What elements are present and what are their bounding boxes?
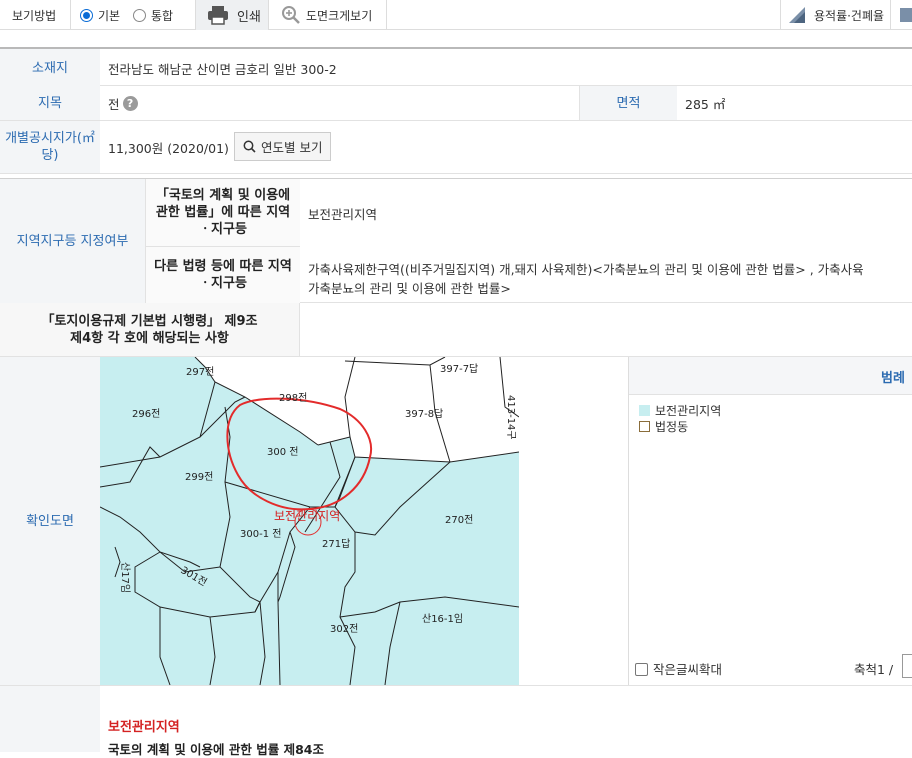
land-category-label: 지목 <box>0 86 100 120</box>
radio-combined-icon[interactable] <box>133 8 146 22</box>
national-law-label: 「국토의 계획 및 이용에 관한 법률」에 따른 지역ㆍ지구등 <box>145 179 300 247</box>
enforcement-value <box>300 303 308 356</box>
land-category-cell: 전 ? <box>100 86 138 120</box>
area-label: 면적 <box>579 86 677 120</box>
divider <box>780 0 781 30</box>
zone-label: 지역지구등 지정여부 <box>0 179 145 303</box>
legend-item: 보전관리지역 <box>639 403 721 419</box>
other-law-line-1: 가축사육제한구역((비주거밀집지역) 개,돼지 사육제한)<가축분뇨의 관리 및… <box>308 262 864 277</box>
divider <box>386 0 387 30</box>
radio-basic-icon[interactable] <box>80 8 93 22</box>
parcel-label: 300-1 전 <box>240 528 281 540</box>
parcel-label: 271답 <box>322 538 350 550</box>
legend-item-label: 보전관리지역 <box>655 404 722 418</box>
parcel-label: 299전 <box>185 471 213 483</box>
legend-item-label: 법정동 <box>655 420 689 434</box>
search-icon <box>243 140 256 153</box>
by-year-button[interactable]: 연도별 보기 <box>234 132 332 161</box>
legend-header: 범례 <box>629 357 912 395</box>
category-row: 지목 전 ? 면적 285 ㎡ <box>0 86 912 121</box>
print-button-content[interactable]: 인쇄 <box>207 0 261 30</box>
zone-row: 지역지구등 지정여부 「국토의 계획 및 이용에 관한 법률」에 따른 지역ㆍ지… <box>0 178 912 303</box>
footer-row: 보전관리지역 국토의 계획 및 이용에 관한 법률 제84조 <box>0 686 912 757</box>
legend-panel: 범례 보전관리지역 법정동 작은글씨확대 축척1 / <box>628 357 912 685</box>
radio-combined-label: 통합 <box>151 8 174 23</box>
parcel-label: 산16-1임 <box>422 612 463 625</box>
spacer <box>0 31 912 47</box>
magnifier-plus-icon <box>282 6 300 24</box>
radio-combined[interactable]: 통합 <box>133 0 173 30</box>
parcel-label: 301전 <box>179 564 210 589</box>
enforcement-label: 「토지이용규제 기본법 시행령」 제9조제4항 각 호에 해당되는 사항 <box>0 303 300 356</box>
other-law-value: 가축사육제한구역((비주거밀집지역) 개,돼지 사육제한)<가축분뇨의 관리 및… <box>308 260 912 298</box>
price-row: 개별공시지가(㎡당) 11,300원 (2020/01) 연도별 보기 <box>0 121 912 174</box>
parcel-label: 297전 <box>186 366 214 378</box>
land-category-value: 전 <box>108 96 120 112</box>
enforcement-row: 「토지이용규제 기본법 시행령」 제9조제4항 각 호에 해당되는 사항 <box>0 303 912 357</box>
parcel-map-svg[interactable]: 297전 298전 397-7답 397-8답 413-14구 296전 300… <box>100 357 519 685</box>
radio-basic[interactable]: 기본 <box>80 0 120 30</box>
ratio-label: 용적률·건폐율 <box>814 8 885 23</box>
ratio-icon <box>789 7 805 23</box>
small-text-checkbox[interactable]: 작은글씨확대 <box>635 659 722 678</box>
help-icon[interactable]: ? <box>122 95 138 111</box>
ratio-button[interactable]: 용적률·건폐율 <box>788 0 884 30</box>
location-row: 소재지 전라남도 해남군 산이면 금호리 일반 300-2 <box>0 47 912 87</box>
other-law-line-2: 가축분뇨의 관리 및 이용에 관한 법률> <box>308 281 511 296</box>
legend-swatch <box>639 421 650 432</box>
zoom-map-button[interactable]: 도면크게보기 <box>281 0 372 30</box>
cutoff-icon[interactable] <box>900 0 912 30</box>
zoom-map-label: 도면크게보기 <box>306 8 373 23</box>
footer-zone-title: 보전관리지역 <box>108 720 180 735</box>
by-year-label: 연도별 보기 <box>261 140 323 155</box>
view-mode-label: 보기방법 <box>12 8 57 23</box>
scale-label: 축척1 / <box>854 662 894 677</box>
scale-input[interactable] <box>902 654 912 678</box>
legend-item: 법정동 <box>639 419 721 435</box>
zone-map-label: 보전관리지역 <box>274 509 340 523</box>
parcel-label: 298전 <box>279 392 307 404</box>
parcel-label: 397-7답 <box>440 363 478 375</box>
area-value: 285 ㎡ <box>685 96 726 112</box>
other-law-label: 다른 법령 등에 따른 지역ㆍ지구등 <box>145 247 300 303</box>
printer-icon <box>208 6 228 25</box>
parcel-map[interactable]: 297전 298전 397-7답 397-8답 413-14구 296전 300… <box>100 357 519 685</box>
divider <box>890 0 891 30</box>
small-text-label: 작은글씨확대 <box>653 662 723 677</box>
price-label: 개별공시지가(㎡당) <box>0 121 100 173</box>
location-label: 소재지 <box>0 49 100 87</box>
print-label: 인쇄 <box>237 9 261 25</box>
parcel-label: 296전 <box>132 408 160 420</box>
parcel-label: 300 전 <box>267 446 298 458</box>
price-value: 11,300원 (2020/01) <box>108 140 229 156</box>
parcel-label: 302전 <box>330 623 358 635</box>
legend-list: 보전관리지역 법정동 <box>639 403 721 435</box>
legend-swatch <box>639 405 650 416</box>
checkbox-icon[interactable] <box>635 663 648 676</box>
legend-title: 범례 <box>881 371 905 386</box>
radio-basic-label: 기본 <box>98 8 121 23</box>
footer-label-cell <box>0 686 100 752</box>
parcel-label: 산17임 <box>119 562 132 593</box>
parcel-label: 270전 <box>445 514 473 526</box>
parcel-label: 397-8답 <box>405 408 443 420</box>
national-law-value: 보전관리지역 <box>308 206 378 222</box>
location-value: 전라남도 해남군 산이면 금호리 일반 300-2 <box>108 61 337 77</box>
footer-law-text: 국토의 계획 및 이용에 관한 법률 제84조 <box>108 742 325 757</box>
map-label: 확인도면 <box>0 357 100 685</box>
parcel-label: 413-14구 <box>505 395 516 440</box>
divider <box>70 0 71 30</box>
toolbar: 보기방법 기본 통합 인쇄 도면크게보기 용적률·건폐율 <box>0 0 912 30</box>
